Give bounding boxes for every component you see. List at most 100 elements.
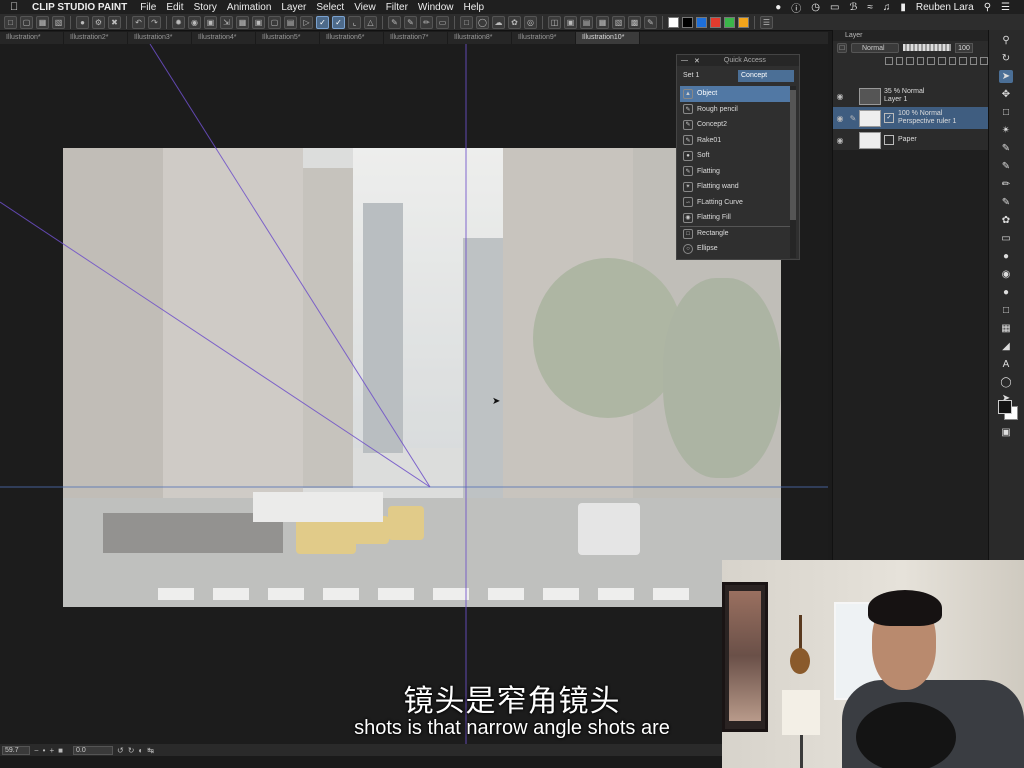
mask-icon[interactable] [948,57,957,65]
new-folder-icon[interactable] [906,57,914,65]
slider-icon[interactable]: • [43,746,46,755]
menu-story[interactable]: Story [194,2,217,13]
transparent-color-icon[interactable]: ▣ [999,426,1013,439]
object-tool-icon[interactable]: ➤ [999,70,1013,83]
eyedropper-icon[interactable]: ✎ [644,15,657,29]
app-name[interactable]: CLIP STUDIO PAINT [32,2,127,13]
navigator-icon[interactable]: ▣ [564,15,577,29]
snap-special-ruler-icon[interactable]: ✓ [316,15,329,29]
snap-ruler-icon[interactable]: ▷ [300,15,313,29]
new-file-icon[interactable]: □ [4,15,17,29]
tab-illustration4[interactable]: Illustration4* [192,32,256,44]
qa-item-concept2[interactable]: ✎ Concept2 [680,117,790,133]
open-icon[interactable]: ▢ [20,15,33,29]
menu-list-icon[interactable]: ☰ [1001,2,1010,13]
qa-set-concept[interactable]: Concept [738,69,794,82]
select-all-icon[interactable]: ▣ [252,15,265,29]
assets-icon[interactable]: ● [76,15,89,29]
ruler-tool-icon[interactable]: ◢ [999,340,1013,353]
color-swatch-orange[interactable] [738,16,749,28]
clip-icon[interactable] [916,57,925,65]
save-icon[interactable]: ▦ [36,15,49,29]
qa-item-flatting-wand[interactable]: ✴ Flatting wand [680,179,790,195]
wifi-icon[interactable]: ≈ [867,2,873,13]
apple-icon[interactable]:  [10,1,24,13]
menu-layer[interactable]: Layer [281,2,306,13]
airplay-icon[interactable]: ▭ [830,2,839,13]
folder-icon[interactable]: ▤ [580,15,593,29]
frame-border-icon[interactable]: ▦ [999,322,1013,335]
fit-icon[interactable]: ■ [58,746,63,755]
user-name[interactable]: Reuben Lara [916,2,974,13]
ruler-icon[interactable]: ⌞ [348,15,361,29]
reset-rotation-icon[interactable]: ◐ [138,746,143,755]
text-icon[interactable]: A [999,358,1013,371]
menu-edit[interactable]: Edit [166,2,183,13]
deselect-icon[interactable]: ▢ [268,15,281,29]
menu-filter[interactable]: Filter [386,2,408,13]
trash-icon[interactable]: ✖ [108,15,121,29]
layer-row-paper[interactable]: ◉ Paper [833,129,989,151]
eraser-icon[interactable]: ▭ [999,232,1013,245]
eye-icon[interactable]: ◉ [833,92,847,101]
loading-icon[interactable]: ✹ [172,15,185,29]
merge-icon[interactable] [969,57,978,65]
layer-row[interactable]: ◉ 35 % Normal Layer 1 [833,85,989,107]
redo-icon[interactable]: ↷ [148,15,161,29]
blend-icon[interactable]: ● [999,250,1013,263]
balloon-icon[interactable]: ◯ [999,376,1013,389]
horizontal-scrollbar[interactable] [0,756,722,768]
transform-icon[interactable]: ⇲ [220,15,233,29]
tab-illustration10[interactable]: Illustration10* [576,32,640,44]
pencil-icon[interactable]: ✏ [420,15,433,29]
tab-illustration3[interactable]: Illustration3* [128,32,192,44]
info-icon[interactable]: ⓘ [791,0,801,15]
brush-icon[interactable]: ✎ [404,15,417,29]
undo-icon[interactable]: ↶ [132,15,145,29]
camera-icon[interactable]: ▩ [628,15,641,29]
figure-icon[interactable]: □ [999,304,1013,317]
spiral-icon[interactable]: ✿ [508,15,521,29]
rotation-field[interactable]: 0.0 [73,745,113,755]
eraser-icon[interactable]: ▭ [436,15,449,29]
scrollbar-thumb[interactable] [790,90,796,220]
layer-panel-icon[interactable]: ◫ [548,15,561,29]
search-icon[interactable]: ⚲ [984,2,991,13]
tool-settings-icon[interactable]: ⚙ [92,15,105,29]
volume-icon[interactable]: ♫ [883,2,891,13]
decoration-icon[interactable]: ✿ [999,214,1013,227]
color-swatch-green[interactable] [724,16,735,28]
quick-access-scrollbar[interactable] [790,86,796,258]
clear-icon[interactable]: ▣ [204,15,217,29]
opacity-value[interactable]: 100 [955,42,973,53]
qa-item-ellipse[interactable]: ○ Ellipse [680,241,790,257]
menu-select[interactable]: Select [316,2,344,13]
tab-illustration7[interactable]: Illustration7* [384,32,448,44]
move-icon[interactable]: ✥ [999,88,1013,101]
color-swatch-red[interactable] [710,16,721,28]
flip-icon[interactable]: ↹ [147,746,154,755]
tab-illustration8[interactable]: Illustration8* [448,32,512,44]
pencil-icon[interactable]: ✏ [999,178,1013,191]
lasso-icon[interactable]: ◯ [476,15,489,29]
qa-item-flatting-fill[interactable]: ◉ Flatting Fill [680,210,790,226]
lock-icon[interactable] [937,57,946,65]
material-icon[interactable]: ▦ [596,15,609,29]
brush-icon[interactable]: ✎ [999,196,1013,209]
menu-animation[interactable]: Animation [227,2,271,13]
qa-item-flatting-curve[interactable]: ∽ FLatting Curve [680,195,790,211]
tab-illustration9[interactable]: Illustration9* [512,32,576,44]
new-layer-icon[interactable] [885,57,893,65]
zoom-field[interactable]: 59.7 [2,745,30,755]
ruler-icon[interactable] [959,57,967,65]
qa-item-flatting[interactable]: ✎ Flatting [680,164,790,180]
collapse-icon[interactable]: — [681,57,688,64]
rotate-icon[interactable]: ↻ [999,52,1013,65]
tab-illustration6[interactable]: Illustration6* [320,32,384,44]
fill-icon[interactable]: ◉ [999,268,1013,281]
menu-help[interactable]: Help [464,2,485,13]
pen-icon[interactable]: ✎ [999,160,1013,173]
menu-window[interactable]: Window [418,2,454,13]
invert-selection-icon[interactable]: ▤ [284,15,297,29]
gradient-icon[interactable]: ● [999,286,1013,299]
